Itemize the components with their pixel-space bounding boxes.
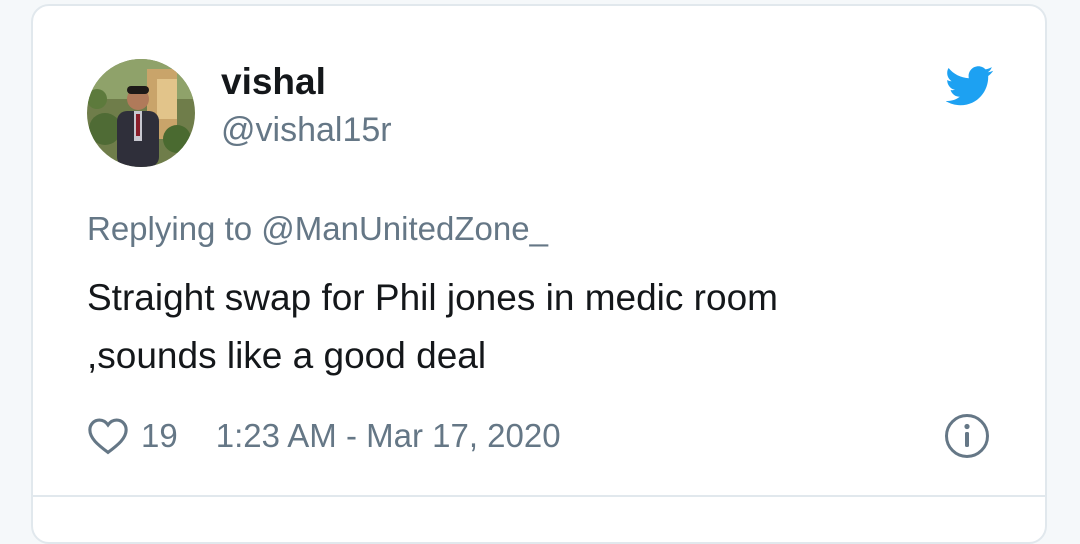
timestamp[interactable]: 1:23 AM - Mar 17, 2020 bbox=[216, 416, 561, 456]
tweet-text-line: Straight swap for Phil jones in medic ro… bbox=[87, 277, 778, 318]
reply-context: Replying to @ManUnitedZone_ bbox=[87, 208, 548, 250]
info-icon[interactable] bbox=[944, 413, 990, 459]
twitter-bird-icon[interactable] bbox=[946, 66, 994, 106]
like-count[interactable]: 19 bbox=[141, 416, 178, 456]
tweet-footer: 19 1:23 AM - Mar 17, 2020 bbox=[87, 416, 561, 456]
reply-prefix: Replying to bbox=[87, 210, 262, 247]
heart-icon[interactable] bbox=[87, 417, 129, 455]
tweet-card[interactable]: vishal @vishal15r Replying to @ManUnited… bbox=[31, 4, 1047, 544]
tweet-text: Straight swap for Phil jones in medic ro… bbox=[87, 269, 947, 385]
user-handle[interactable]: @vishal15r bbox=[221, 110, 392, 150]
tweet-text-line: ,sounds like a good deal bbox=[87, 335, 487, 376]
avatar-photo bbox=[87, 59, 195, 167]
avatar[interactable] bbox=[87, 59, 195, 167]
divider bbox=[33, 495, 1045, 497]
display-name[interactable]: vishal bbox=[221, 60, 326, 104]
reply-handle-link[interactable]: @ManUnitedZone_ bbox=[261, 210, 548, 247]
